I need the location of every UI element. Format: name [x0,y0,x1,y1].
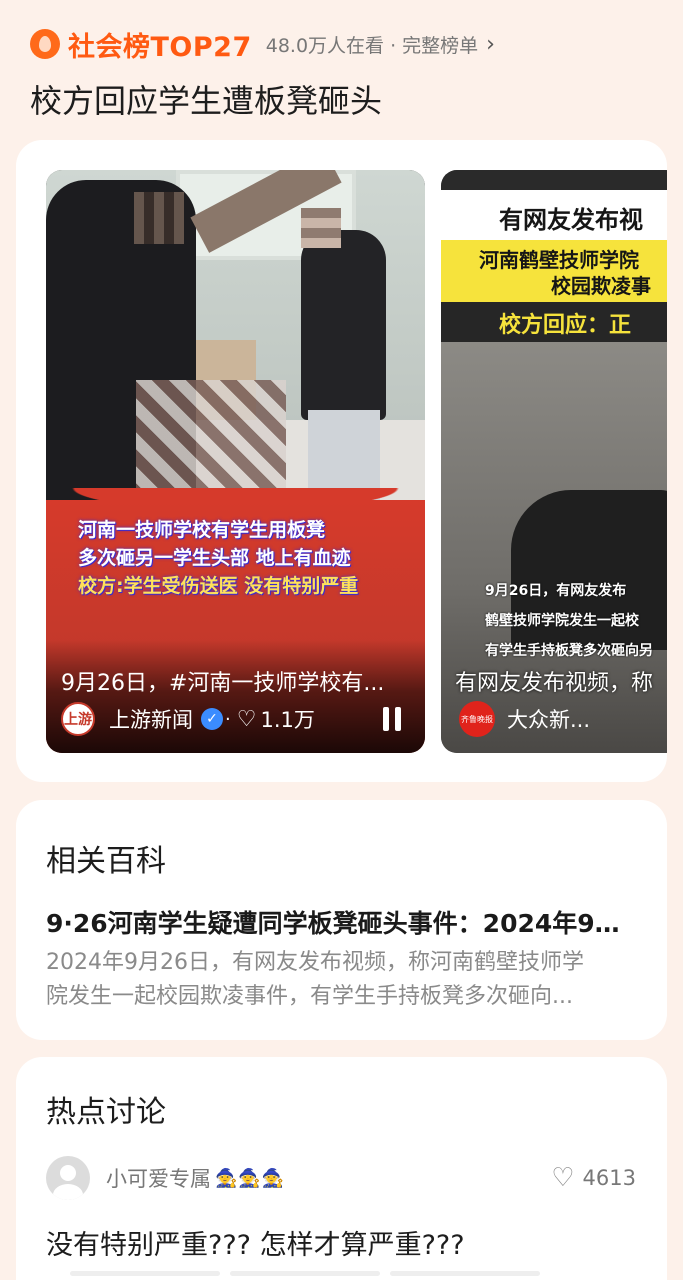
author-row: 上游 上游新闻 ✓ · ♡ 1.1万 [61,701,315,737]
overlay-text: 鹤壁技师学院发生一起校 [485,613,639,629]
video-carousel-card: 河南一技师学校有学生用板凳 多次砸另一学生头部 地上有血迹 校方:学生受伤送医 … [16,140,667,782]
mosaic-blur [134,192,184,244]
related-wiki-card[interactable]: 相关百科 9·26河南学生疑遭同学板凳砸头事件：2024年9月26日 2024年… [16,800,667,1040]
video-scene-person [301,230,386,420]
author-name[interactable]: 大众新... [507,704,590,734]
image-placeholder [390,1271,540,1276]
comment-text[interactable]: 没有特别严重??? 怎样才算严重??? [46,1223,465,1262]
ranking-bar[interactable]: 社会榜TOP27 48.0万人在看 · 完整榜单 › [30,28,495,63]
image-placeholder [70,1271,220,1276]
wiki-headline[interactable]: 9·26河南学生疑遭同学板凳砸头事件：2024年9月26日 [46,904,636,940]
author-avatar[interactable]: 上游 [61,702,95,736]
pause-icon[interactable] [381,707,403,731]
mosaic-blur [136,380,286,500]
overlay-text: 多次砸另一学生头部 地上有血迹 [78,547,351,569]
author-row: 齐鲁晚报 大众新... [459,701,590,737]
viewers-full-list-link[interactable]: 48.0万人在看 · 完整榜单 [266,31,478,58]
section-title: 相关百科 [46,844,166,879]
like-count: 1.1万 [260,708,315,732]
overlay-text: 校方回应：正 [499,313,632,338]
verified-icon: ✓ [201,708,223,730]
wizard-badge-icon: 🧙🧙🧙 [215,1167,286,1189]
section-title: 热点讨论 [46,1095,166,1130]
image-placeholder [230,1271,380,1276]
page-title: 校方回应学生遭板凳砸头 [30,82,383,120]
video-card-1[interactable]: 河南一技师学校有学生用板凳 多次砸另一学生头部 地上有血迹 校方:学生受伤送医 … [46,170,425,753]
comment-like-button[interactable]: ♡ 4613 [551,1163,636,1193]
rank-title: 社会榜TOP27 [68,31,252,63]
overlay-text: 河南鹤壁技师学院 [479,248,639,272]
video-caption[interactable]: 9月26日，#河南一技师学校有... [61,665,411,697]
wiki-summary: 2024年9月26日，有网友发布视频，称河南鹤壁技师学 院发生一起校园欺凌事件，… [46,946,638,1014]
user-avatar[interactable] [46,1156,90,1200]
author-avatar[interactable]: 齐鲁晚报 [459,701,495,737]
overlay-text: 有网友发布视 [499,206,643,234]
hot-discussion-card: 热点讨论 小可爱专属 🧙🧙🧙 ♡ 4613 没有特别严重??? 怎样才算严重??… [16,1057,667,1280]
overlay-text: 河南一技师学校有学生用板凳 [78,519,326,541]
overlay-text: 9月26日，有网友发布 [485,583,627,599]
video-card-2[interactable]: 有网友发布视 河南鹤壁技师学院 校园欺凌事 校方回应：正 9月26日，有网友发布… [441,170,667,753]
hot-fire-icon [30,29,60,59]
wiki-summary-line: 2024年9月26日，有网友发布视频，称河南鹤壁技师学 [46,950,584,975]
mosaic-blur [301,208,341,248]
comment-header: 小可爱专属 🧙🧙🧙 ♡ 4613 [46,1155,636,1201]
image-placeholder-row [70,1271,540,1276]
overlay-text: 校园欺凌事 [551,274,651,298]
page: 社会榜TOP27 48.0万人在看 · 完整榜单 › 校方回应学生遭板凳砸头 河… [0,0,683,1280]
like-count: 4613 [582,1166,636,1190]
chevron-right-icon[interactable]: › [486,32,495,57]
heart-icon[interactable]: ♡ [551,1163,574,1193]
video-caption[interactable]: 有网友发布视频，称 [455,665,653,697]
overlay-text: 校方:学生受伤送医 没有特别严重 [78,575,359,597]
video-scene-person [308,410,380,500]
wiki-summary-line: 院发生一起校园欺凌事件，有学生手持板凳多次砸向... [46,984,573,1009]
separator: · [225,708,231,730]
heart-icon[interactable]: ♡ [237,707,257,732]
author-name[interactable]: 上游新闻 [109,704,193,734]
overlay-text: 有学生手持板凳多次砸向另 [485,643,653,659]
username[interactable]: 小可爱专属 [106,1163,211,1193]
